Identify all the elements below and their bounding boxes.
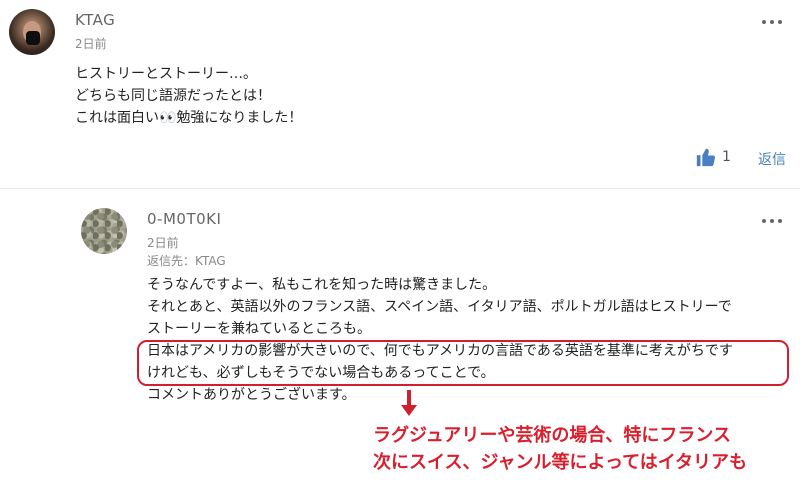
divider: [0, 188, 800, 189]
reply-button[interactable]: 返信: [758, 149, 786, 169]
comment-body: ヒストリーとストーリー…。 どちらも同じ語源だったとは！ これは面白い👀勉強にな…: [75, 63, 302, 129]
highlight-box: [137, 340, 789, 386]
thumbs-up-icon[interactable]: [695, 145, 717, 169]
comment-timestamp: 2日前: [75, 37, 107, 51]
more-horizontal-icon[interactable]: [760, 14, 784, 30]
comment-line: どちらも同じ語源だったとは！: [75, 88, 271, 104]
comment-line: そうなんですよー、私もこれを知った時は驚きました。: [147, 277, 497, 293]
annotation-text: ラグジュアリーや芸術の場合、特にフランス 次にスイス、ジャンル等によってはイタリ…: [373, 422, 747, 476]
more-horizontal-icon[interactable]: [760, 213, 784, 229]
arrow-down-icon: [401, 390, 417, 416]
comment-line: これは面白い👀勉強になりました！: [75, 110, 303, 126]
avatar[interactable]: [9, 9, 55, 55]
comment-line: コメントありがとうございます。: [147, 387, 356, 403]
comment-line: ヒストリーとストーリー…。: [75, 66, 257, 82]
comment-author[interactable]: KTAG: [75, 11, 115, 29]
reply-to-label[interactable]: 返信先：KTAG: [147, 252, 226, 269]
avatar-hand: [26, 31, 40, 45]
comment-line: それとあと、英語以外のフランス語、スペイン語、イタリア語、ポルトガル語はヒストリ…: [147, 299, 732, 315]
comment-line: ストーリーを兼ねているところも。: [147, 321, 371, 337]
annotation-line: ラグジュアリーや芸術の場合、特にフランス: [373, 425, 732, 446]
like-count: 1: [722, 149, 731, 165]
annotation-line: 次にスイス、ジャンル等によってはイタリアも: [373, 452, 748, 473]
comment-author[interactable]: 0-M0T0KI: [147, 210, 221, 228]
avatar[interactable]: [81, 208, 127, 254]
comment-timestamp: 2日前: [147, 236, 179, 250]
